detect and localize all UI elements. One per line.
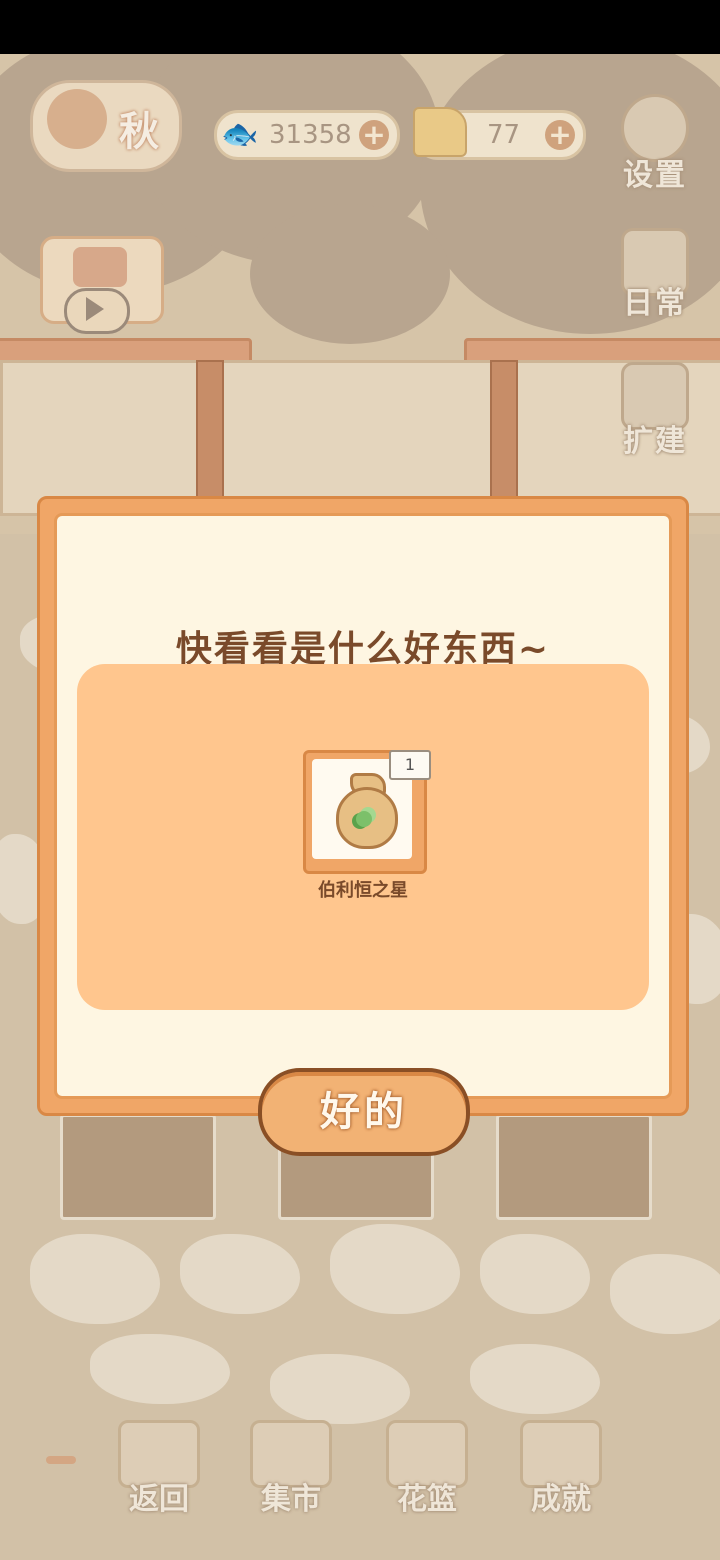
nav-market[interactable]: 集市: [246, 1420, 336, 1518]
settings-label: 设置: [623, 158, 687, 193]
nav-back[interactable]: 返回: [114, 1420, 204, 1518]
add-fish-button[interactable]: +: [359, 120, 389, 150]
nav-flower-basket[interactable]: 花篮: [382, 1420, 472, 1518]
background-bush: [250, 204, 450, 344]
daily-button[interactable]: 日常: [612, 228, 698, 322]
reward-item-name: 伯利恒之星: [318, 880, 408, 901]
stepping-stone: [610, 1254, 720, 1334]
status-bar: [0, 0, 720, 54]
stepping-stone: [90, 1334, 230, 1404]
reward-quantity-tag: 1: [389, 750, 431, 780]
nav-back-label: 返回: [129, 1482, 189, 1517]
daily-label: 日常: [623, 286, 687, 321]
nav-achievements[interactable]: 成就: [516, 1420, 606, 1518]
stepping-stone: [470, 1344, 600, 1414]
cheese-icon: [413, 107, 467, 157]
fish-currency-value: 31358: [269, 120, 352, 150]
nav-market-label: 集市: [261, 1482, 321, 1517]
season-badge[interactable]: 秋: [30, 80, 182, 172]
play-icon: [86, 297, 104, 321]
expand-label: 扩建: [623, 424, 687, 459]
stepping-stone: [180, 1234, 300, 1314]
fish-currency-pill: 🐟 31358 +: [214, 110, 400, 160]
settings-button[interactable]: 设置: [612, 94, 698, 194]
nav-achievements-label: 成就: [531, 1482, 591, 1517]
fish-bone-icon: 🐟: [221, 117, 259, 152]
confirm-button[interactable]: 好的: [258, 1068, 470, 1156]
sprout-icon: [356, 811, 372, 827]
farm-plot[interactable]: [496, 1114, 652, 1220]
watering-can-icon: [73, 247, 127, 287]
stepping-stone: [270, 1354, 410, 1424]
nav-flower-basket-label: 花篮: [397, 1482, 457, 1517]
tree-icon: [47, 89, 107, 149]
reward-dialog: 快看看是什么好东西~ 1 伯利恒之星: [37, 496, 689, 1116]
reward-dialog-body: 快看看是什么好东西~ 1 伯利恒之星: [54, 513, 672, 1099]
stepping-stone: [30, 1234, 160, 1324]
bottom-nav: 返回 集市 花篮 成就: [0, 1420, 720, 1520]
stepping-stone: [480, 1234, 590, 1314]
cheese-currency-value: 77: [487, 120, 521, 150]
reward-panel: 1 伯利恒之星: [77, 664, 649, 1010]
farm-plot[interactable]: [60, 1114, 216, 1220]
stepping-stone: [330, 1224, 460, 1314]
confirm-button-label: 好的: [320, 1089, 408, 1135]
cheese-currency-pill: 77 +: [413, 107, 586, 160]
add-cheese-button[interactable]: +: [545, 120, 575, 150]
season-label: 秋: [119, 109, 159, 155]
expand-button[interactable]: 扩建: [612, 362, 698, 460]
